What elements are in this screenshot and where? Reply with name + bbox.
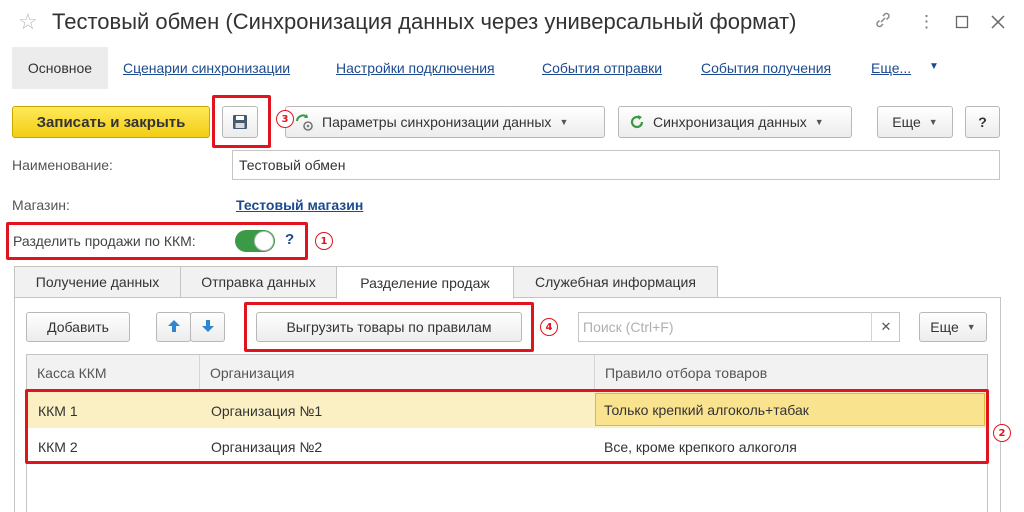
annotation-marker-3: 3	[276, 110, 294, 128]
nav-more[interactable]: Еще...	[871, 60, 911, 76]
tab-receive-data[interactable]: Получение данных	[14, 266, 181, 298]
arrow-up-icon	[167, 319, 181, 336]
move-up-button[interactable]	[156, 312, 191, 342]
panel-more-label: Еще	[930, 319, 959, 335]
help-button[interactable]: ?	[965, 106, 1000, 138]
tab-send-data[interactable]: Отправка данных	[180, 266, 337, 298]
sync-settings-icon	[294, 112, 314, 132]
save-and-close-button[interactable]: Записать и закрыть	[12, 106, 210, 138]
favorite-star-icon[interactable]: ☆	[18, 8, 38, 36]
column-header-rule[interactable]: Правило отбора товаров	[594, 355, 987, 391]
maximize-icon[interactable]	[955, 10, 969, 36]
more-label: Еще	[892, 114, 921, 130]
annotation-box-save	[212, 95, 271, 148]
clear-search-icon[interactable]: ✕	[871, 312, 900, 342]
annotation-box-split	[6, 222, 308, 260]
nav-send-events[interactable]: События отправки	[542, 60, 662, 76]
chevron-down-icon[interactable]: ▼	[929, 61, 939, 72]
tab-split-sales[interactable]: Разделение продаж	[336, 266, 514, 299]
link-icon[interactable]	[873, 10, 893, 37]
sync-button[interactable]: Синхронизация данных ▼	[618, 106, 852, 138]
refresh-icon	[629, 114, 645, 130]
nav-connection-settings[interactable]: Настройки подключения	[336, 60, 495, 76]
add-button[interactable]: Добавить	[26, 312, 130, 342]
nav-sync-scenarios[interactable]: Сценарии синхронизации	[123, 60, 290, 76]
more-button[interactable]: Еще ▼	[877, 106, 953, 138]
sync-params-button[interactable]: Параметры синхронизации данных ▼	[285, 106, 605, 138]
name-label: Наименование:	[12, 157, 113, 173]
close-icon[interactable]	[991, 10, 1005, 36]
sync-params-label: Параметры синхронизации данных	[322, 114, 552, 130]
annotation-box-export	[244, 302, 534, 352]
dropdown-caret-icon: ▼	[928, 117, 938, 127]
move-down-button[interactable]	[190, 312, 225, 342]
nav-receive-events[interactable]: События получения	[701, 60, 831, 76]
search-input[interactable]: Поиск (Ctrl+F)	[578, 312, 900, 342]
dropdown-caret-icon: ▼	[559, 117, 569, 127]
dropdown-caret-icon: ▼	[814, 117, 824, 127]
shop-label: Магазин:	[12, 197, 70, 213]
annotation-marker-4: 4	[540, 318, 558, 336]
annotation-box-table	[25, 389, 989, 464]
more-vertical-icon[interactable]: ⋮	[918, 10, 935, 34]
dropdown-caret-icon: ▼	[966, 322, 976, 332]
nav-main[interactable]: Основное	[12, 47, 108, 89]
name-field[interactable]: Тестовый обмен	[232, 150, 1000, 180]
annotation-marker-1: 1	[315, 232, 333, 250]
tab-service-info[interactable]: Служебная информация	[513, 266, 718, 298]
window-title: Тестовый обмен (Синхронизация данных чер…	[52, 9, 797, 34]
sync-label: Синхронизация данных	[653, 114, 807, 130]
shop-link[interactable]: Тестовый магазин	[236, 197, 363, 213]
column-header-organization[interactable]: Организация	[199, 355, 594, 391]
annotation-marker-2: 2	[993, 424, 1011, 442]
arrow-down-icon	[201, 319, 215, 336]
column-header-kkm[interactable]: Касса ККМ	[27, 355, 199, 391]
panel-more-button[interactable]: Еще ▼	[919, 312, 987, 342]
